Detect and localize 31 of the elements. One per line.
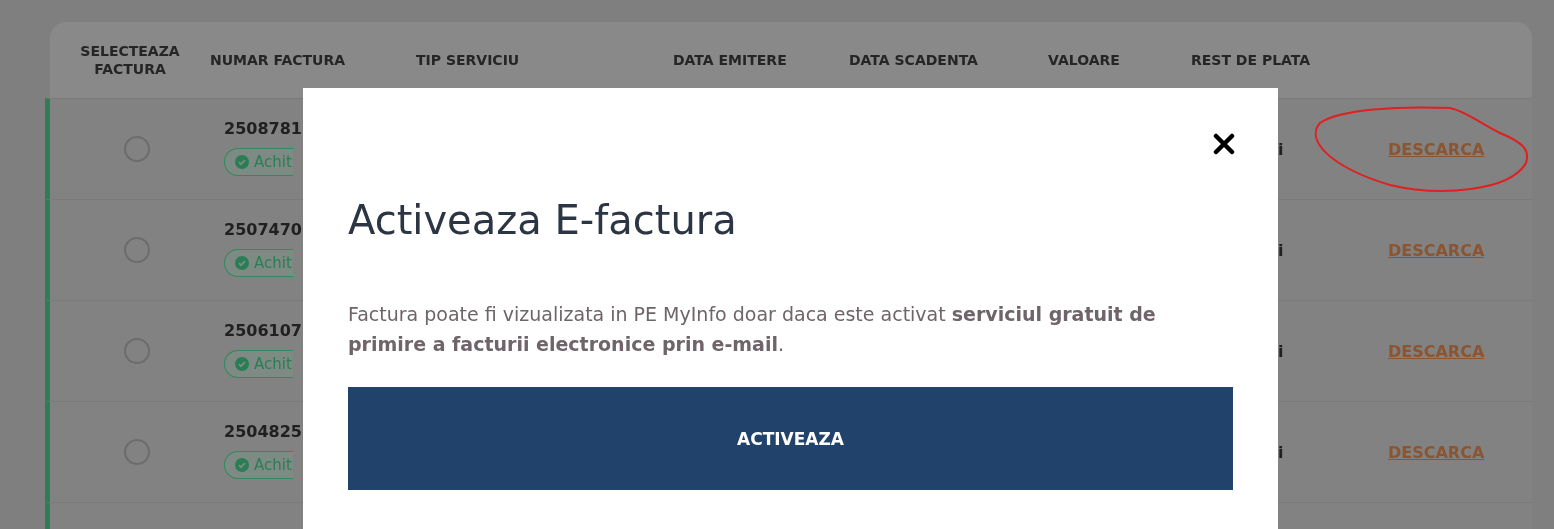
check-circle-icon (235, 458, 249, 472)
status-badge: Achit (224, 350, 293, 378)
close-icon[interactable] (1213, 133, 1235, 155)
status-badge: Achit (224, 249, 293, 277)
invoice-number: 2504825 (224, 422, 302, 441)
download-link[interactable]: DESCARCA (1388, 341, 1485, 361)
invoice-number: 2507470 (224, 220, 302, 239)
modal-message: Factura poate fi vizualizata in PE MyInfo doar daca este activat serviciul gratuit de primire a facturii electronice prin e-mail. (348, 302, 1157, 357)
remaining-amount: i (1278, 139, 1284, 159)
download-link[interactable]: DESCARCA (1388, 442, 1485, 462)
download-link[interactable]: DESCARCA (1388, 240, 1485, 260)
column-header: NUMAR FACTURA (210, 50, 347, 70)
activate-button[interactable]: ACTIVEAZA (348, 387, 1233, 490)
check-circle-icon (235, 256, 249, 270)
column-header: DATA EMITERE (673, 50, 788, 70)
column-header: SELECTEAZA FACTURA (79, 41, 181, 79)
column-header: VALOARE (1048, 50, 1121, 70)
download-link[interactable]: DESCARCA (1388, 139, 1485, 159)
column-header: DATA SCADENTA (849, 50, 979, 70)
invoice-number: 2506107 (224, 321, 302, 340)
status-badge: Achit (224, 451, 293, 479)
column-header: REST DE PLATA (1191, 50, 1312, 70)
check-circle-icon (235, 155, 249, 169)
check-circle-icon (235, 357, 249, 371)
remaining-amount: i (1278, 442, 1284, 462)
column-header: TIP SERVICIU (416, 50, 521, 70)
remaining-amount: i (1278, 240, 1284, 260)
status-badge: Achit (224, 148, 293, 176)
remaining-amount: i (1278, 341, 1284, 361)
invoice-number: 2508781 (224, 119, 302, 138)
modal-title: Activeaza E-factura (348, 197, 738, 243)
